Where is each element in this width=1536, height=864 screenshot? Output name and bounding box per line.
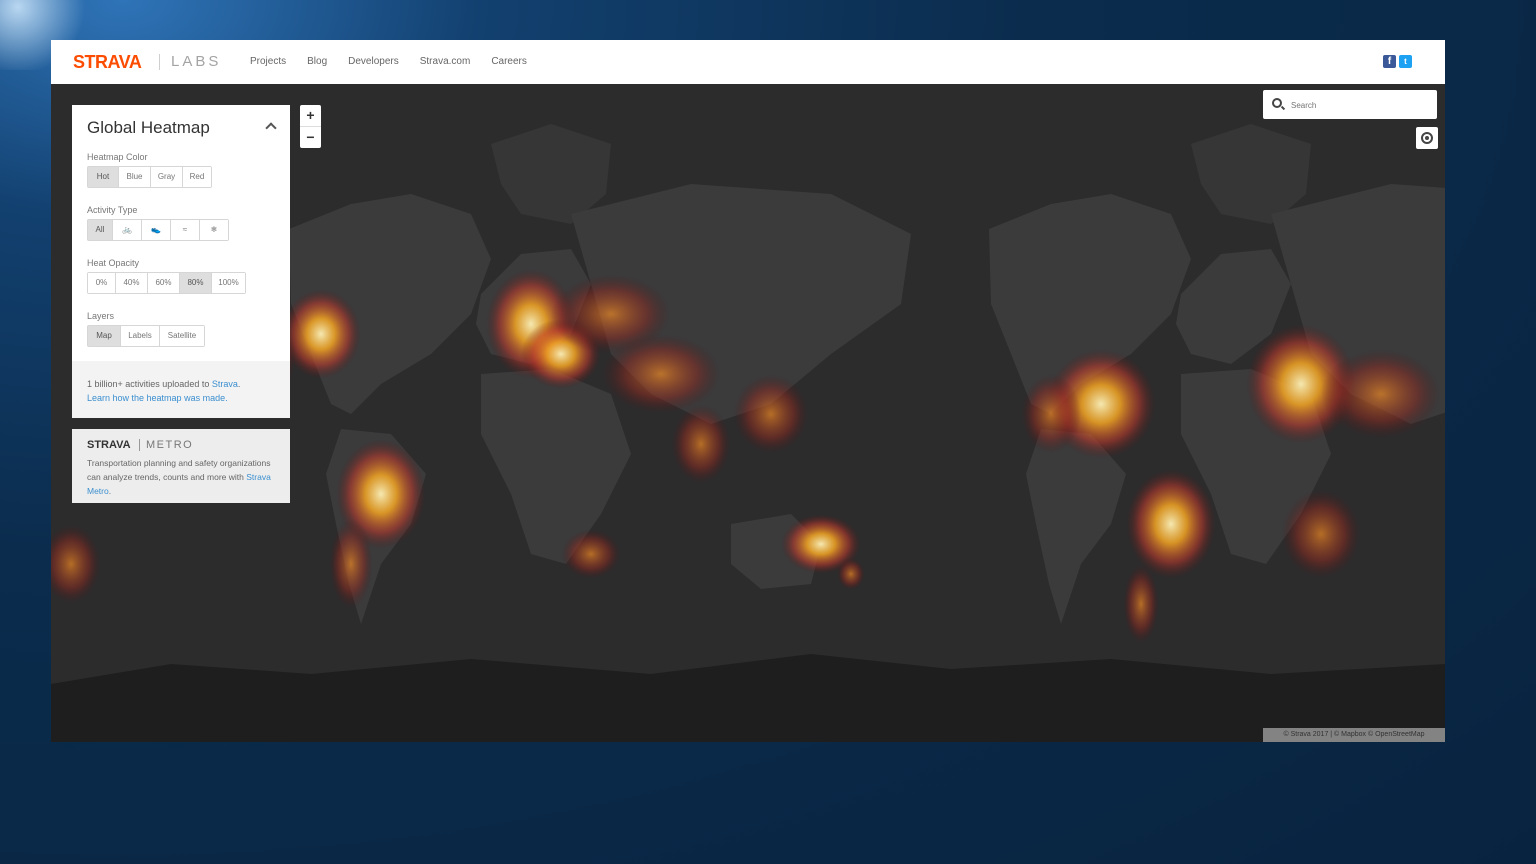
- layer-option-map[interactable]: Map: [88, 326, 121, 346]
- search-input[interactable]: [1289, 96, 1433, 114]
- activity-option-all[interactable]: All: [88, 220, 113, 240]
- opacity-option-60[interactable]: 60%: [148, 273, 180, 293]
- layer-option-satellite[interactable]: Satellite: [160, 326, 204, 346]
- nav-link-blog[interactable]: Blog: [307, 56, 327, 67]
- strava-logo[interactable]: STRAVA: [73, 52, 142, 73]
- heatmap-color-label: Heatmap Color: [87, 152, 148, 162]
- metro-text-end: .: [108, 486, 112, 496]
- heatmap-control-panel: Global Heatmap Heatmap Color Hot Blue Gr…: [72, 105, 290, 418]
- activity-count-note: 1 billion+ activities uploaded to Strava…: [87, 377, 277, 405]
- labs-logo-text[interactable]: LABS: [171, 53, 221, 70]
- activity-count-text: 1 billion+ activities uploaded to: [87, 379, 212, 389]
- metro-strava-logo: STRAVA: [87, 439, 131, 451]
- panel-footer: 1 billion+ activities uploaded to Strava…: [72, 361, 290, 418]
- metro-description: Transportation planning and safety organ…: [87, 456, 282, 498]
- color-option-blue[interactable]: Blue: [119, 167, 151, 187]
- nav-link-developers[interactable]: Developers: [348, 56, 399, 67]
- search-box: [1263, 90, 1437, 119]
- main-nav: Projects Blog Developers Strava.com Care…: [250, 56, 548, 67]
- heat-opacity-group: 0% 40% 60% 80% 100%: [87, 272, 246, 294]
- metro-title: METRO: [146, 439, 194, 451]
- nav-link-strava-com[interactable]: Strava.com: [420, 56, 471, 67]
- logo-divider: [159, 54, 160, 70]
- collapse-chevron-icon[interactable]: [265, 122, 277, 134]
- zoom-in-button[interactable]: +: [300, 105, 321, 127]
- map-attribution[interactable]: © Strava 2017 | © Mapbox © OpenStreetMap: [1263, 728, 1445, 742]
- nav-link-projects[interactable]: Projects: [250, 56, 286, 67]
- bike-icon[interactable]: 🚲: [113, 220, 142, 240]
- color-option-hot[interactable]: Hot: [88, 167, 119, 187]
- opacity-option-100[interactable]: 100%: [212, 273, 245, 293]
- heatmap-info-link[interactable]: Learn how the heatmap was made.: [87, 393, 228, 403]
- locate-dot: [1425, 136, 1429, 140]
- top-navigation-bar: STRAVA LABS Projects Blog Developers Str…: [51, 40, 1445, 84]
- nav-link-careers[interactable]: Careers: [491, 56, 527, 67]
- locate-me-button[interactable]: [1416, 127, 1438, 149]
- opacity-option-80[interactable]: 80%: [180, 273, 212, 293]
- color-option-red[interactable]: Red: [183, 167, 211, 187]
- opacity-option-0[interactable]: 0%: [88, 273, 116, 293]
- winter-icon[interactable]: ❄: [200, 220, 228, 240]
- heatmap-color-group: Hot Blue Gray Red: [87, 166, 212, 188]
- run-icon[interactable]: 👟: [142, 220, 171, 240]
- activity-type-label: Activity Type: [87, 205, 138, 215]
- strava-metro-promo: STRAVA METRO Transportation planning and…: [72, 429, 290, 503]
- layer-option-labels[interactable]: Labels: [121, 326, 160, 346]
- strava-link[interactable]: Strava: [212, 379, 238, 389]
- metro-text: Transportation planning and safety organ…: [87, 458, 271, 482]
- panel-title: Global Heatmap: [87, 118, 210, 137]
- activity-count-punct: .: [237, 379, 241, 389]
- zoom-control: + −: [300, 105, 321, 148]
- activity-type-group: All 🚲 👟 ≈ ❄: [87, 219, 229, 241]
- layers-label: Layers: [87, 311, 115, 321]
- heat-opacity-label: Heat Opacity: [87, 258, 140, 268]
- twitter-icon[interactable]: t: [1399, 55, 1412, 68]
- layers-group: Map Labels Satellite: [87, 325, 205, 347]
- facebook-icon[interactable]: f: [1383, 55, 1396, 68]
- color-option-gray[interactable]: Gray: [151, 167, 183, 187]
- water-icon[interactable]: ≈: [171, 220, 200, 240]
- zoom-out-button[interactable]: −: [300, 127, 321, 148]
- browser-window: STRAVA LABS Projects Blog Developers Str…: [51, 40, 1445, 742]
- opacity-option-40[interactable]: 40%: [116, 273, 148, 293]
- metro-divider: [139, 439, 140, 451]
- search-icon: [1272, 98, 1282, 108]
